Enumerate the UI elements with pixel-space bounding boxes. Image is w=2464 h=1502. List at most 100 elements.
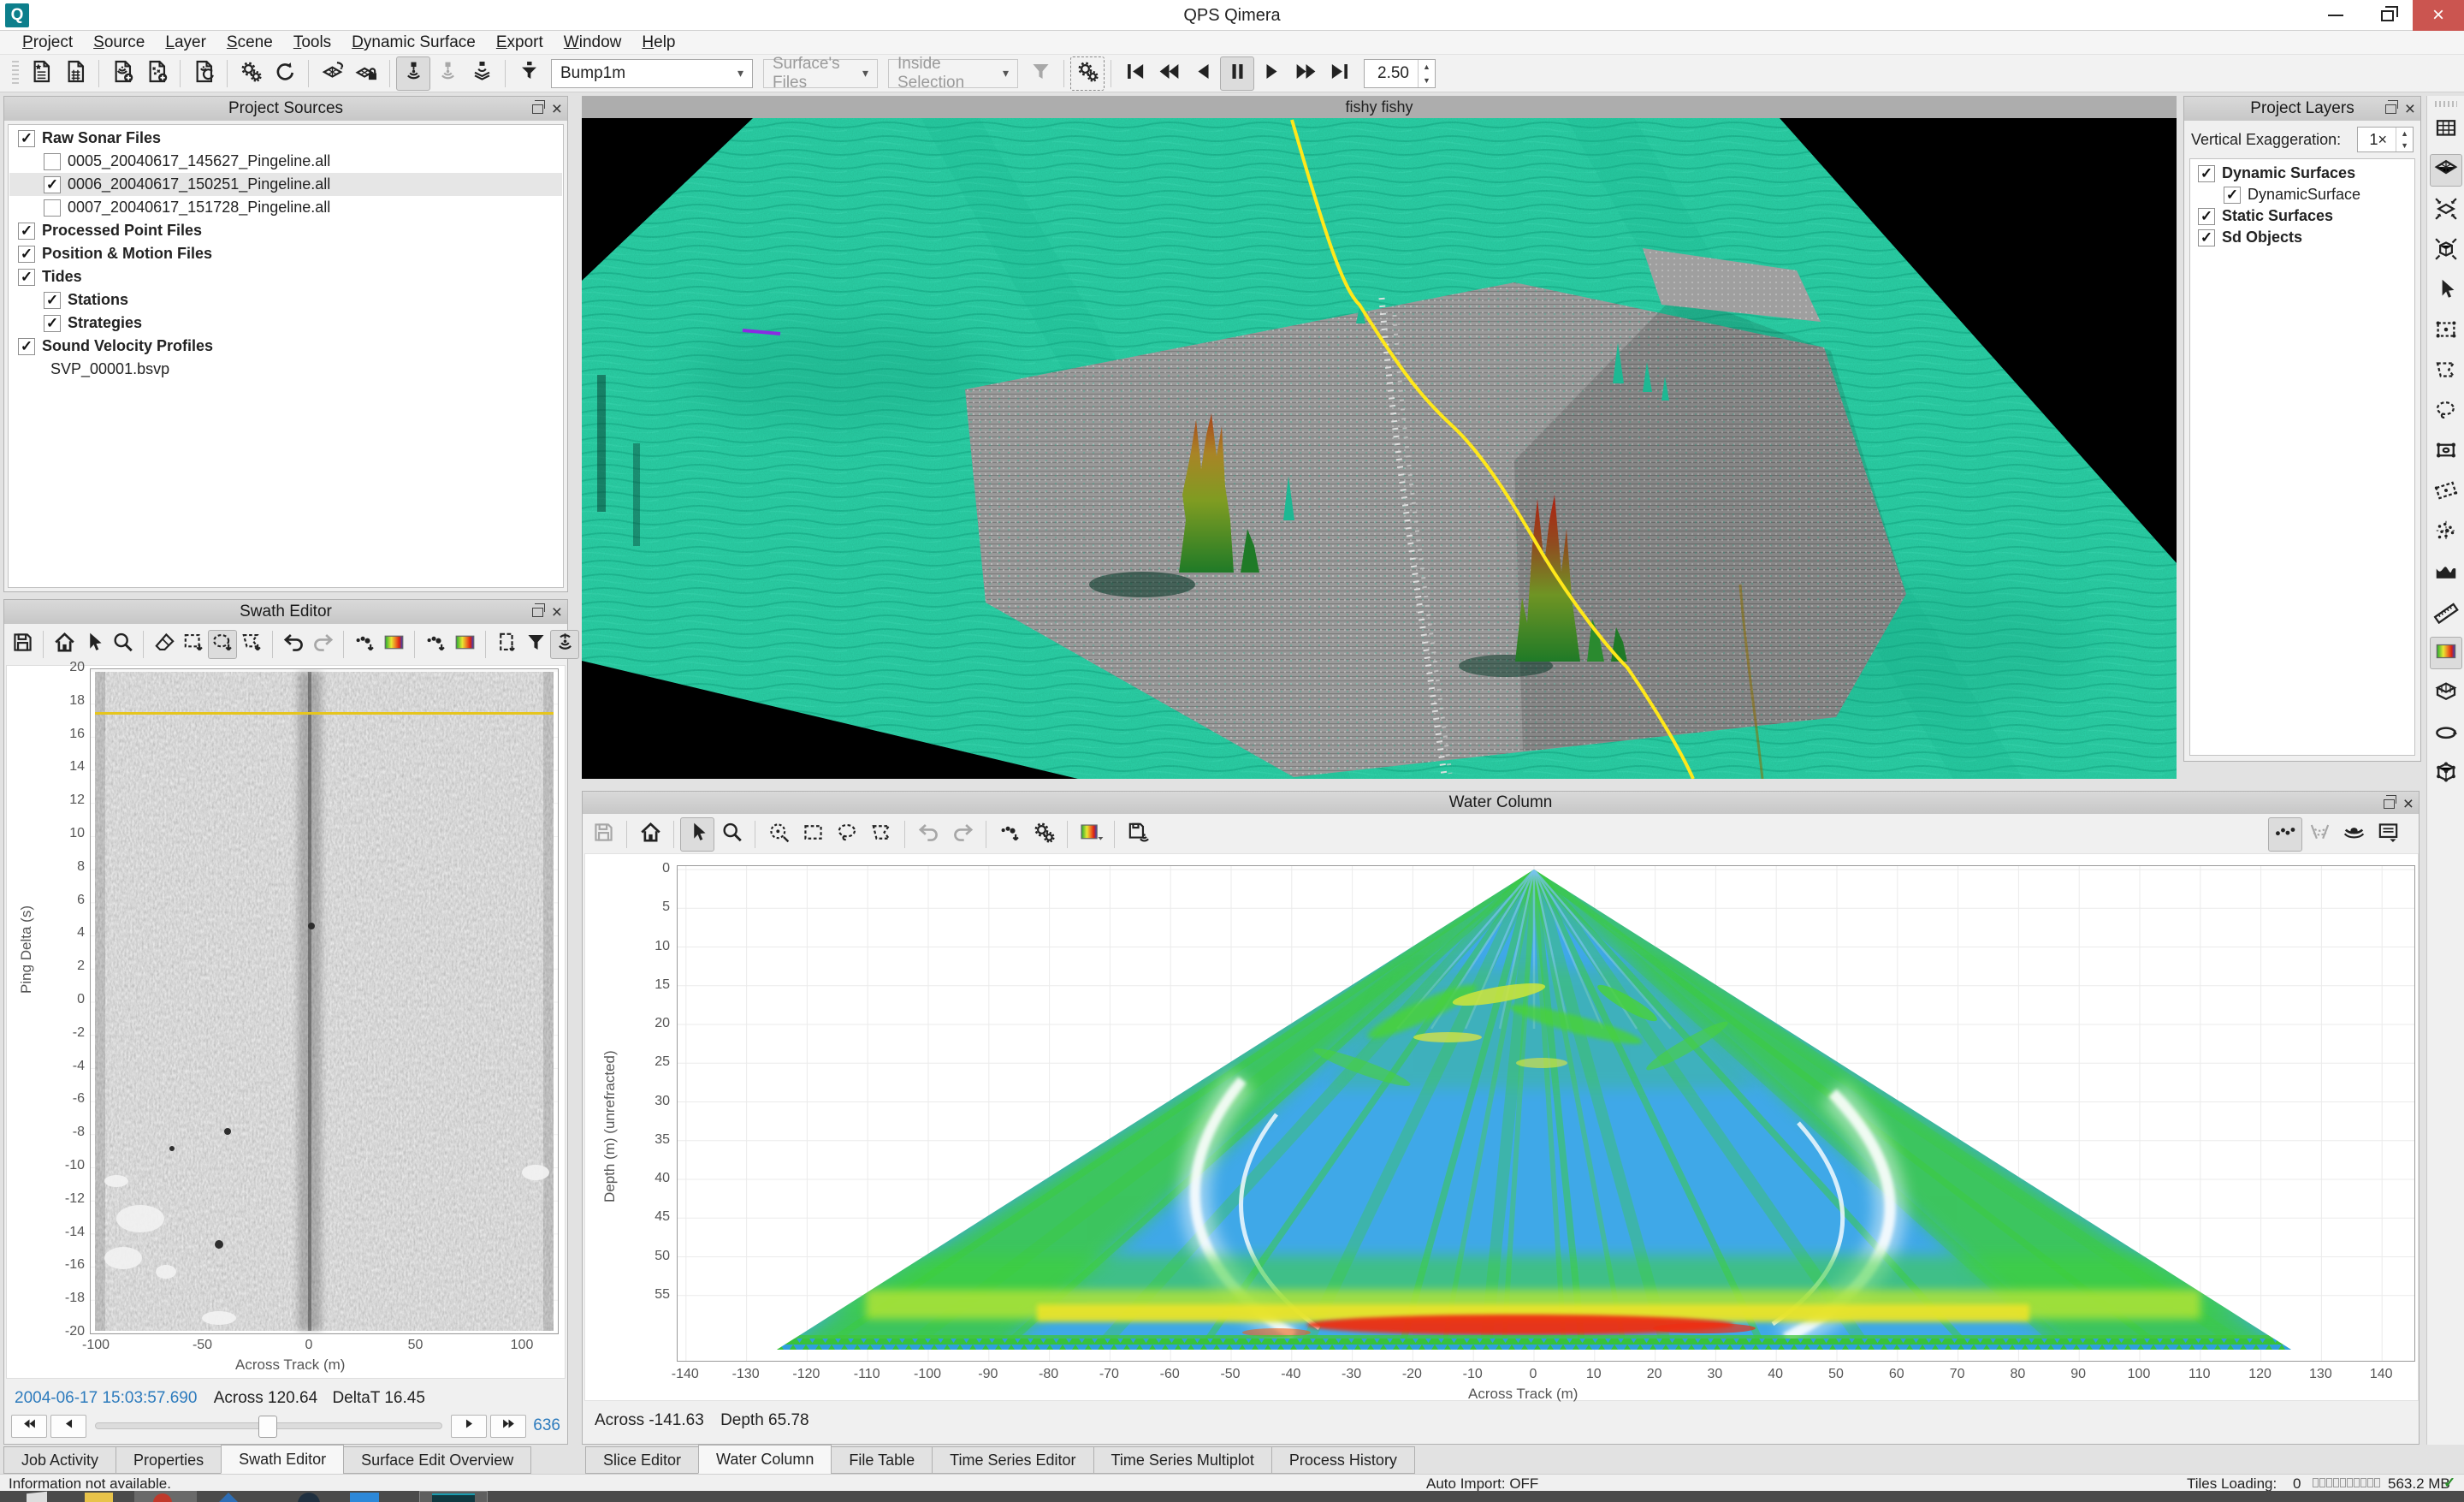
profile-tool[interactable] [2430, 556, 2462, 589]
swath-accept-points-button[interactable] [350, 630, 379, 659]
project-sources-header[interactable]: Project Sources × [4, 97, 567, 121]
processing-settings-button[interactable] [234, 56, 268, 91]
tree-row-0006-20040617-150251-pingeline-all[interactable]: ✓0006_20040617_150251_Pingeline.all [9, 173, 562, 196]
tree-row-processed-point-files[interactable]: ✓Processed Point Files [9, 219, 562, 242]
tab-job-activity[interactable]: Job Activity [3, 1446, 116, 1474]
swath-save-button[interactable] [8, 630, 37, 659]
menu-source[interactable]: Source [83, 32, 155, 54]
taskbar-app-3[interactable] [298, 1493, 320, 1502]
explorer-icon[interactable] [85, 1493, 113, 1502]
project-layers-tree[interactable]: ✓Dynamic Surfaces✓DynamicSurface✓Static … [2189, 158, 2415, 756]
menu-window[interactable]: Window [554, 32, 632, 54]
tree-row-raw-sonar-files[interactable]: ✓Raw Sonar Files [9, 127, 562, 150]
swath-editor-header[interactable]: Swath Editor × [4, 600, 567, 624]
playback-rew-button[interactable] [1152, 56, 1186, 91]
selection-filter-button[interactable] [1023, 56, 1057, 91]
swath-reject-lasso-button[interactable] [208, 630, 237, 659]
checkbox-checked[interactable]: ✓ [2198, 229, 2215, 246]
swath-accept-beams-button[interactable] [421, 630, 450, 659]
wc-colormap-select[interactable] [1074, 817, 1108, 852]
surface-combo[interactable]: Bump1m▾ [551, 59, 753, 88]
playback-ffwd-button[interactable] [1288, 56, 1323, 91]
playback-settings-button[interactable] [1070, 56, 1105, 91]
wc-home-button[interactable] [633, 817, 667, 852]
selection-combo[interactable]: Inside Selection▾ [888, 59, 1018, 88]
open-project-button[interactable] [58, 56, 92, 91]
playback-speed-spinner[interactable]: 2.50▲▼ [1364, 59, 1436, 88]
menu-export[interactable]: Export [486, 32, 554, 54]
float-panel-icon[interactable] [532, 104, 543, 114]
tree-row-stations[interactable]: ✓Stations [9, 288, 562, 312]
wc-redo-button[interactable] [945, 817, 980, 852]
reprocess-button[interactable] [268, 56, 302, 91]
checkbox-checked[interactable]: ✓ [2224, 187, 2241, 204]
swath-editor-tool-button[interactable] [396, 56, 430, 91]
wc-zoom-button[interactable] [714, 817, 749, 852]
taskbar-app-2[interactable] [216, 1493, 240, 1502]
grid-3d-tool[interactable] [2430, 677, 2462, 709]
rotate-view-tool[interactable] [2430, 717, 2462, 750]
checkbox-checked[interactable]: ✓ [18, 246, 35, 263]
checkbox-checked[interactable]: ✓ [44, 315, 61, 332]
checkbox-checked[interactable]: ✓ [2198, 165, 2215, 182]
wc-mark-points-button[interactable] [992, 817, 1027, 852]
float-panel-icon[interactable] [532, 608, 543, 617]
windows-taskbar[interactable] [0, 1491, 2464, 1502]
checkbox-unchecked[interactable] [44, 153, 61, 170]
colormap-tool[interactable] [2430, 637, 2462, 669]
tab-file-table[interactable]: File Table [831, 1446, 933, 1474]
tab-properties[interactable]: Properties [116, 1446, 222, 1474]
new-project-button[interactable] [24, 56, 58, 91]
tree-row-static-surfaces[interactable]: ✓Static Surfaces [2191, 205, 2414, 227]
zoom-extent-surface-tool[interactable] [2430, 194, 2462, 227]
scene-header[interactable]: fishy fishy [582, 96, 2177, 118]
update-dynamic-surface-button[interactable] [315, 56, 349, 91]
playback-pause-button[interactable] [1220, 56, 1254, 91]
project-layers-header[interactable]: Project Layers × [2184, 97, 2420, 121]
swath-reject-rect-button[interactable] [179, 630, 208, 659]
select-scatter-tool[interactable] [2430, 516, 2462, 549]
checkbox-unchecked[interactable] [44, 199, 61, 217]
menu-project[interactable]: Project [12, 32, 83, 54]
project-sources-tree[interactable]: ✓Raw Sonar Files0005_20040617_145627_Pin… [8, 124, 564, 588]
menu-layer[interactable]: Layer [155, 32, 216, 54]
restore-button[interactable] [2361, 0, 2413, 31]
ping-last-button[interactable] [490, 1415, 526, 1438]
add-processed-point-files-button[interactable] [139, 56, 174, 91]
select-points-tool[interactable] [2430, 315, 2462, 347]
ping-prev-button[interactable] [50, 1415, 86, 1438]
menu-help[interactable]: Help [631, 32, 685, 54]
start-button-icon[interactable] [27, 1492, 47, 1502]
swath-zoom-button[interactable] [108, 630, 137, 659]
checkbox-checked[interactable]: ✓ [44, 292, 61, 309]
tab-swath-editor[interactable]: Swath Editor [221, 1445, 344, 1474]
spin-up-icon[interactable]: ▲ [2396, 128, 2413, 140]
checkbox-checked[interactable]: ✓ [18, 223, 35, 240]
taskbar-app-1[interactable] [134, 1491, 197, 1502]
zoom-extent-cube-tool[interactable] [2430, 235, 2462, 267]
slice-editor-tool-button[interactable] [430, 56, 465, 91]
tree-row-0005-20040617-145627-pingeline-all[interactable]: 0005_20040617_145627_Pingeline.all [9, 150, 562, 173]
water-column-header[interactable]: Water Column × [583, 792, 2419, 814]
checkbox-checked[interactable]: ✓ [2198, 208, 2215, 225]
playback-play-button[interactable] [1254, 56, 1288, 91]
tab-water-column[interactable]: Water Column [698, 1445, 832, 1474]
ping-slider-handle[interactable] [258, 1416, 277, 1438]
wc-fan-display-button[interactable] [2302, 817, 2337, 852]
toolbar-grip[interactable] [12, 61, 19, 86]
wc-select-polygon-button[interactable] [864, 817, 898, 852]
swath-filter-button[interactable] [521, 630, 550, 659]
wc-undo-button[interactable] [911, 817, 945, 852]
select-lasso-tool[interactable] [2430, 395, 2462, 428]
ping-first-button[interactable] [11, 1415, 47, 1438]
wc-save-button[interactable] [586, 817, 620, 852]
wc-export-button[interactable] [1121, 817, 1155, 852]
tree-row-dynamicsurface[interactable]: ✓DynamicSurface [2191, 184, 2414, 205]
add-raw-sonar-files-button[interactable] [105, 56, 139, 91]
swath-home-button[interactable] [50, 630, 79, 659]
wc-points-display-button[interactable] [2268, 817, 2302, 852]
toolbar-grip[interactable] [2435, 101, 2457, 107]
swath-colormap-button[interactable] [379, 630, 408, 659]
tab-time-series-editor[interactable]: Time Series Editor [932, 1446, 1093, 1474]
playback-skip-end-button[interactable] [1323, 56, 1357, 91]
